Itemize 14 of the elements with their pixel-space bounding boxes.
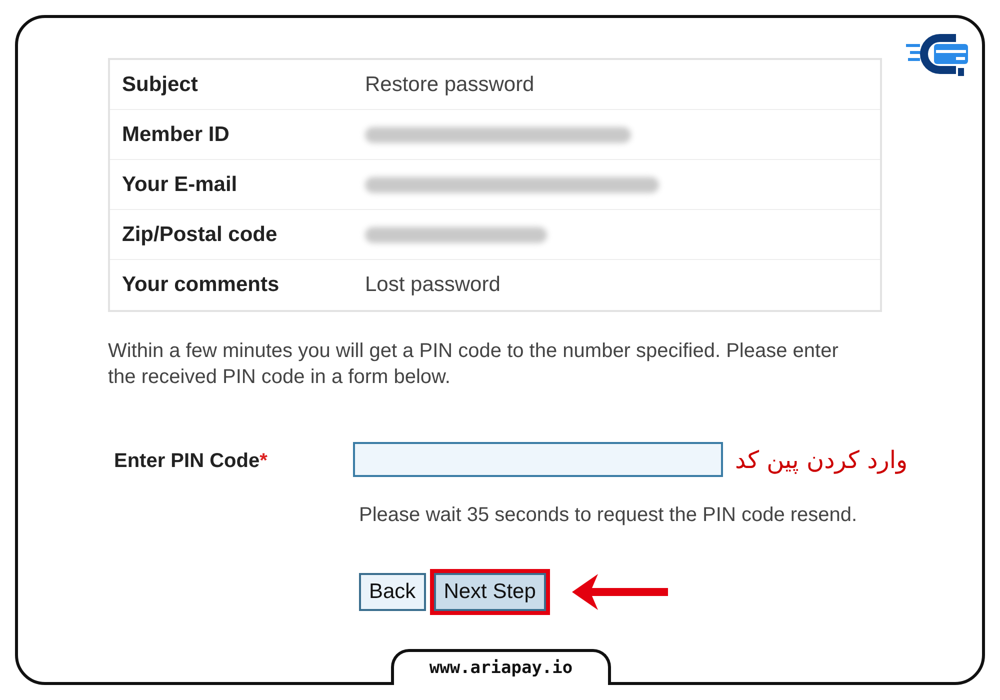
- website-label: www.ariapay.io: [391, 649, 611, 685]
- field-label: Your E-mail: [121, 172, 238, 198]
- pin-label: Enter PIN Code*: [113, 449, 268, 474]
- wait-message: Please wait 35 seconds to request the PIN code resend.: [359, 503, 858, 528]
- back-button[interactable]: Back: [359, 573, 426, 611]
- field-value: Restore password: [365, 72, 534, 98]
- annotation-text: وارد کردن پین کد: [735, 445, 908, 476]
- field-label: Zip/Postal code: [121, 222, 278, 248]
- instruction-text: Within a few minutes you will get a PIN code to the number specified. Please enter the received PIN code in a form below.: [108, 339, 840, 390]
- field-label: Your comments: [121, 272, 280, 298]
- field-label: Subject: [121, 72, 199, 98]
- pin-input-field[interactable]: [353, 442, 723, 477]
- field-label: Member ID: [121, 122, 230, 148]
- field-value: Lost password: [365, 272, 500, 298]
